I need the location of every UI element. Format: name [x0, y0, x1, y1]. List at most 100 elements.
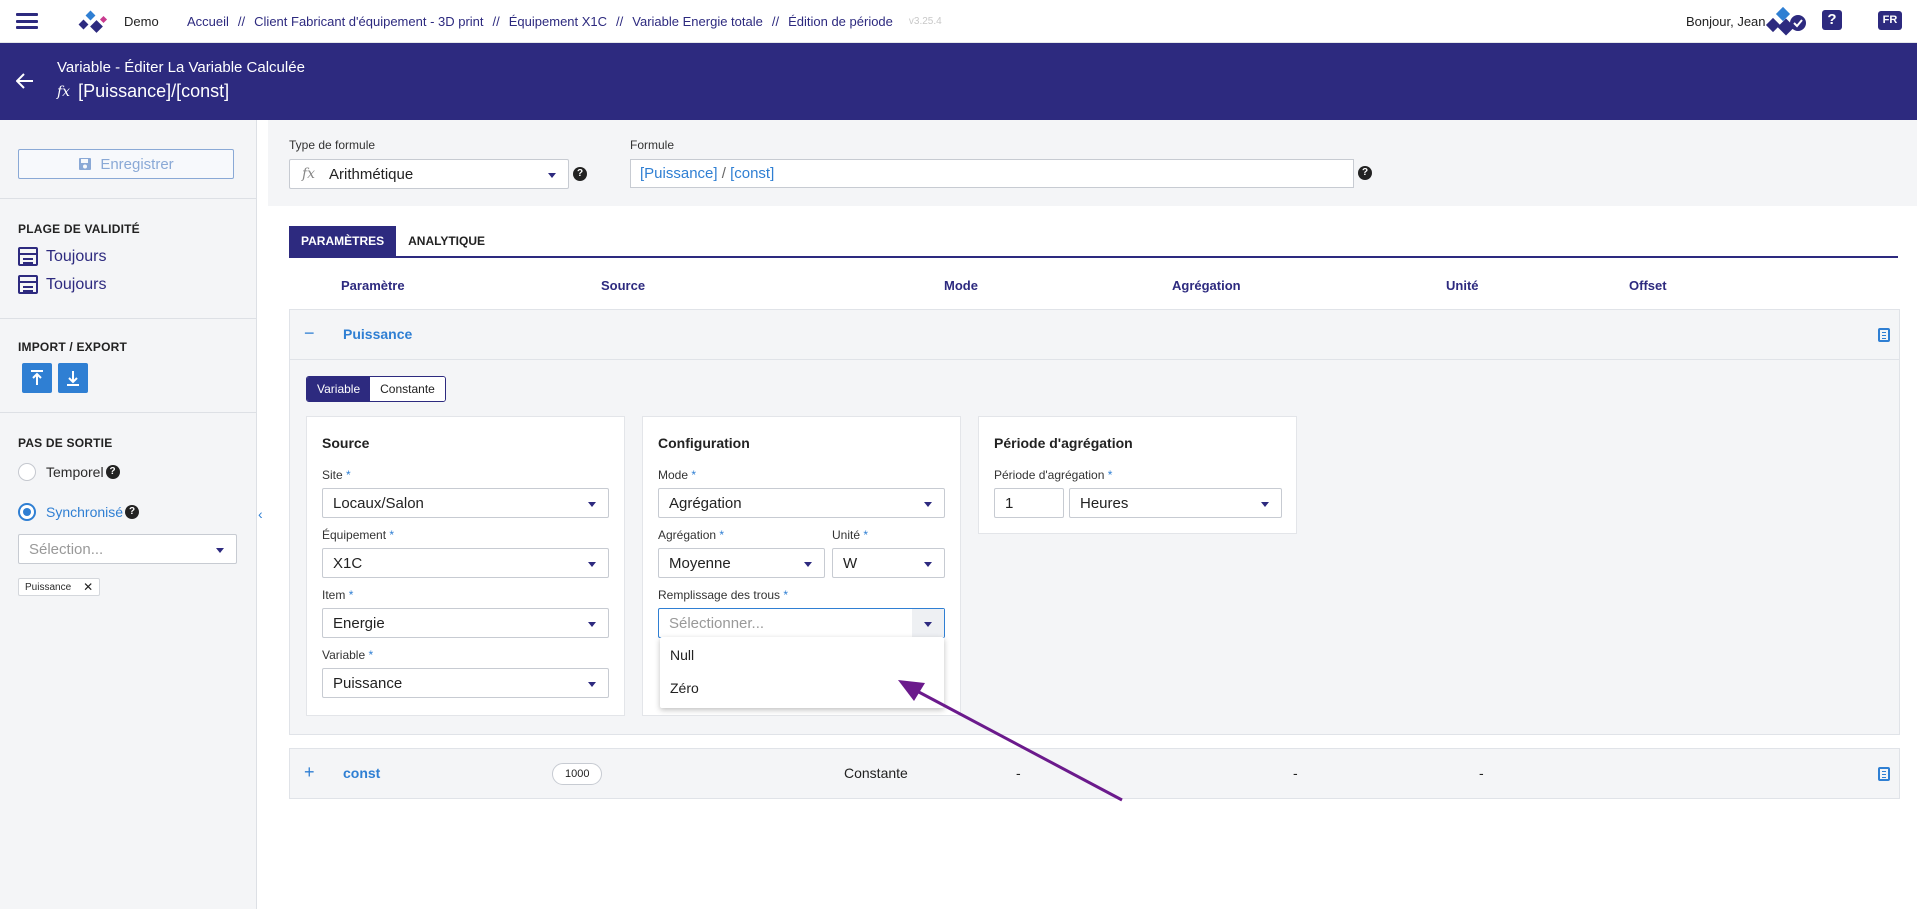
card-title: Période d'agrégation	[994, 435, 1133, 451]
param-name: Puissance	[343, 326, 413, 342]
variable-select[interactable]: Puissance	[322, 668, 609, 698]
chevron-down-icon	[588, 562, 596, 567]
segment-constante[interactable]: Constante	[370, 377, 445, 401]
page-header: Variable - Éditer La Variable Calculée f…	[0, 43, 1917, 120]
chevron-down-icon	[924, 502, 932, 507]
unit-label: Unité *	[832, 528, 869, 542]
option-null[interactable]: Null	[670, 647, 694, 663]
equipment-select[interactable]: X1C	[322, 548, 609, 578]
formula-bar: Type de formule fx Arithmétique ? Formul…	[268, 120, 1917, 206]
menu-icon[interactable]	[16, 13, 38, 29]
col-source: Source	[601, 278, 646, 293]
chevron-down-icon	[588, 502, 596, 507]
segment-variable[interactable]: Variable	[307, 377, 371, 401]
col-parametre: Paramètre	[341, 278, 405, 293]
tab-analytique[interactable]: ANALYTIQUE	[396, 226, 497, 256]
unit-select[interactable]: W	[832, 548, 945, 578]
site-select[interactable]: Locaux/Salon	[322, 488, 609, 518]
formula-token-puissance[interactable]: [Puissance]	[640, 165, 718, 182]
expand-icon[interactable]: +	[304, 762, 315, 783]
card-title: Configuration	[658, 435, 750, 451]
help-icon[interactable]: ?	[1358, 166, 1372, 180]
formula-token-const[interactable]: [const]	[730, 165, 774, 182]
gap-fill-label: Remplissage des trous *	[658, 588, 789, 602]
col-mode: Mode	[944, 278, 978, 293]
save-icon	[79, 158, 92, 170]
help-button[interactable]: ?	[1822, 10, 1842, 30]
selected-tag: Puissance ✕	[18, 578, 101, 596]
const-aggregation: -	[1016, 765, 1021, 781]
output-step-select[interactable]: Sélection...	[18, 534, 237, 564]
period-unit: Heures	[1080, 495, 1129, 512]
back-arrow-icon[interactable]	[15, 69, 34, 95]
collapse-sidebar-icon[interactable]: ‹	[258, 506, 263, 522]
period-count-input[interactable]: 1	[994, 488, 1064, 518]
page-title: fx [Puissance]/[const]	[57, 81, 229, 102]
const-offset: -	[1479, 765, 1484, 781]
divider	[0, 198, 257, 199]
aggregation-select[interactable]: Moyenne	[658, 548, 825, 578]
calendar-start-icon	[18, 247, 38, 266]
page-subtitle: Variable - Éditer La Variable Calculée	[57, 59, 305, 76]
import-button[interactable]	[22, 363, 52, 393]
formula-label: Formule	[630, 138, 675, 152]
site-value: Locaux/Salon	[333, 495, 424, 512]
radio-temporel-label: Temporel	[46, 464, 104, 480]
item-select[interactable]: Energie	[322, 608, 609, 638]
breadcrumb-accueil[interactable]: Accueil	[187, 14, 229, 29]
const-unit: -	[1293, 765, 1298, 781]
chevron-down-icon	[216, 548, 224, 553]
param-row-const[interactable]: + const 1000 Constante - - -	[289, 748, 1900, 799]
radio-temporel[interactable]: Temporel ?	[18, 463, 120, 481]
page-title-text: [Puissance]/[const]	[78, 81, 230, 101]
copy-icon[interactable]	[1878, 767, 1890, 781]
mode-select[interactable]: Agrégation	[658, 488, 945, 518]
breadcrumb-period-edit[interactable]: Édition de période	[788, 14, 893, 29]
app-logo-icon[interactable]	[78, 10, 108, 34]
close-icon[interactable]: ✕	[83, 580, 93, 594]
period-unit-select[interactable]: Heures	[1069, 488, 1282, 518]
help-icon[interactable]: ?	[105, 465, 120, 479]
period-count: 1	[1005, 495, 1014, 512]
sidebar: Enregistrer PLAGE DE VALIDITÉ Toujours T…	[0, 120, 257, 909]
user-avatar-icon[interactable]	[1764, 6, 1808, 38]
const-value: 1000	[552, 763, 603, 785]
option-zero[interactable]: Zéro	[670, 680, 699, 696]
validity-end[interactable]: Toujours	[18, 275, 106, 294]
app-version: v3.25.4	[908, 16, 942, 27]
param-row-puissance[interactable]: − Puissance	[289, 309, 1900, 360]
validity-start[interactable]: Toujours	[18, 247, 106, 266]
equipment-label: Équipement *	[322, 528, 395, 542]
validity-start-label: Toujours	[46, 247, 107, 265]
chevron-down-icon	[1261, 502, 1269, 507]
collapse-icon[interactable]: −	[304, 323, 315, 344]
select-placeholder: Sélection...	[29, 541, 104, 558]
help-icon[interactable]: ?	[125, 505, 140, 519]
radio-button[interactable]	[18, 463, 36, 481]
chevron-down-icon	[924, 562, 932, 567]
export-button[interactable]	[58, 363, 88, 393]
formula-type-select[interactable]: fx Arithmétique	[289, 159, 569, 189]
breadcrumb-client[interactable]: Client Fabricant d'équipement - 3D print	[254, 14, 483, 29]
upload-icon	[31, 370, 43, 385]
source-type-toggle: Variable Constante	[306, 376, 446, 402]
radio-synchronise[interactable]: Synchronisé ?	[18, 503, 140, 521]
site-label: Site *	[322, 468, 351, 482]
validity-heading: PLAGE DE VALIDITÉ	[18, 222, 140, 236]
help-icon[interactable]: ?	[573, 167, 587, 181]
language-button[interactable]: FR	[1878, 11, 1902, 30]
function-icon: fx	[57, 83, 71, 100]
breadcrumb-variable[interactable]: Variable Energie totale	[632, 14, 763, 29]
gap-fill-select[interactable]: Sélectionner...	[658, 608, 945, 638]
formula-operator: /	[721, 165, 726, 182]
save-button[interactable]: Enregistrer	[18, 149, 234, 179]
radio-button[interactable]	[18, 503, 36, 521]
radio-synchronise-label: Synchronisé	[46, 504, 124, 520]
copy-icon[interactable]	[1878, 328, 1890, 342]
formula-input[interactable]: [Puissance] / [const]	[630, 159, 1354, 188]
variable-value: Puissance	[333, 675, 403, 692]
param-details-panel: Variable Constante Source Site * Locaux/…	[289, 360, 1900, 735]
col-offset: Offset	[1629, 278, 1667, 293]
tab-parametres[interactable]: PARAMÈTRES	[289, 226, 397, 256]
breadcrumb-equipment[interactable]: Équipement X1C	[509, 14, 607, 29]
